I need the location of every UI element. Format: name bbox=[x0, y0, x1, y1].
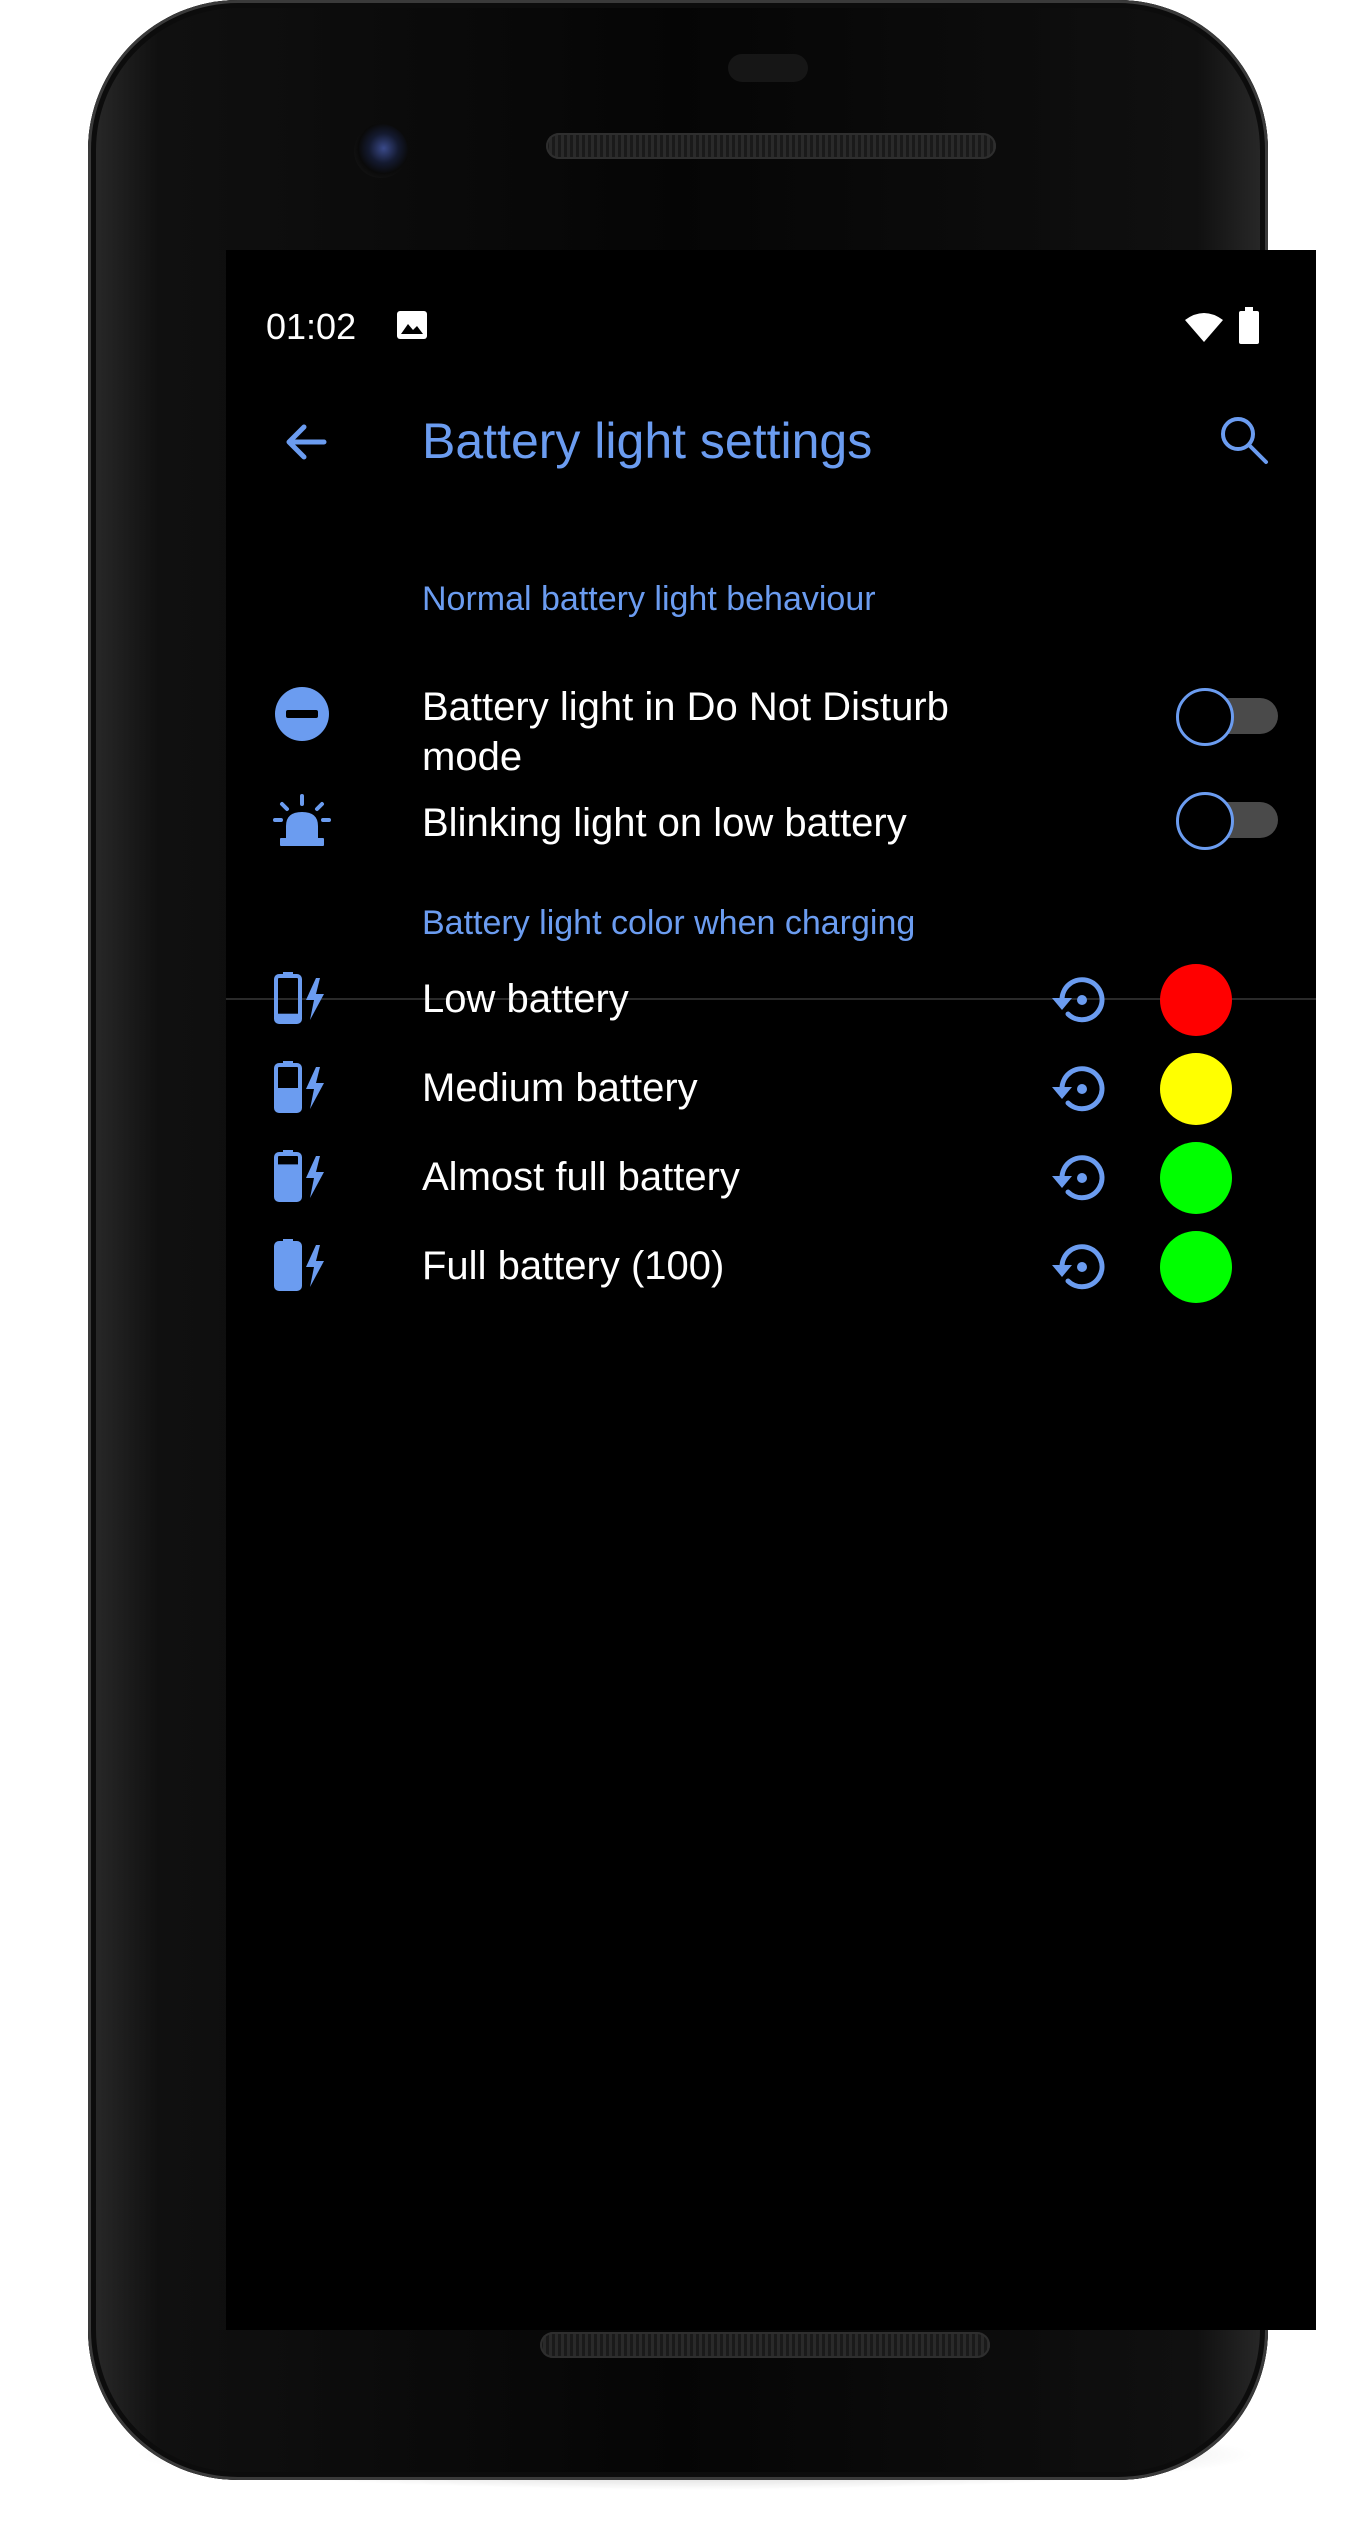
battery-charging-almost-full-icon bbox=[274, 1150, 324, 1202]
color-row-label: Full battery (100) bbox=[422, 1244, 725, 1288]
reset-icon[interactable] bbox=[1048, 1057, 1112, 1121]
battery-charging-low-icon bbox=[274, 972, 324, 1024]
front-camera bbox=[354, 124, 408, 178]
device-mockup: 01:02 Battery light settings Normal batt… bbox=[0, 0, 1370, 2534]
setting-label-blinking: Blinking light on low battery bbox=[422, 801, 907, 845]
color-swatch[interactable] bbox=[1160, 1231, 1232, 1303]
toggle-blinking[interactable] bbox=[1176, 790, 1286, 850]
toggle-dnd[interactable] bbox=[1176, 686, 1286, 746]
reset-icon[interactable] bbox=[1048, 968, 1112, 1032]
image-icon bbox=[397, 311, 427, 339]
section-header-normal-behaviour: Normal battery light behaviour bbox=[422, 580, 876, 618]
siren-icon bbox=[273, 794, 331, 846]
color-row-label: Almost full battery bbox=[422, 1155, 740, 1199]
wifi-icon bbox=[1185, 313, 1223, 342]
top-speaker bbox=[546, 133, 996, 159]
toggle-thumb bbox=[1176, 792, 1234, 850]
reset-icon[interactable] bbox=[1048, 1146, 1112, 1210]
top-sensor bbox=[728, 54, 808, 82]
screen: 01:02 Battery light settings Normal batt… bbox=[226, 250, 1316, 2330]
battery-charging-full-icon bbox=[274, 1239, 324, 1291]
color-swatch[interactable] bbox=[1160, 1053, 1232, 1125]
search-icon[interactable] bbox=[1214, 410, 1274, 470]
phone-body: 01:02 Battery light settings Normal batt… bbox=[88, 0, 1316, 2480]
color-row-label: Medium battery bbox=[422, 1066, 698, 1110]
section-header-charging-color: Battery light color when charging bbox=[422, 904, 916, 942]
color-swatch[interactable] bbox=[1160, 1142, 1232, 1214]
color-row-label: Low battery bbox=[422, 977, 629, 1021]
color-swatch[interactable] bbox=[1160, 964, 1232, 1036]
reset-icon[interactable] bbox=[1048, 1235, 1112, 1299]
bottom-speaker bbox=[540, 2332, 990, 2358]
setting-label-dnd: Battery light in Do Not Disturb mode bbox=[422, 685, 949, 779]
do-not-disturb-icon bbox=[275, 687, 329, 741]
status-time: 01:02 bbox=[266, 306, 357, 347]
toggle-thumb bbox=[1176, 688, 1234, 746]
battery-charging-medium-icon bbox=[274, 1061, 324, 1113]
battery-icon bbox=[1239, 307, 1259, 344]
arrow-back-icon[interactable] bbox=[276, 412, 336, 472]
section-divider bbox=[226, 998, 1316, 1000]
page-title: Battery light settings bbox=[422, 413, 873, 469]
